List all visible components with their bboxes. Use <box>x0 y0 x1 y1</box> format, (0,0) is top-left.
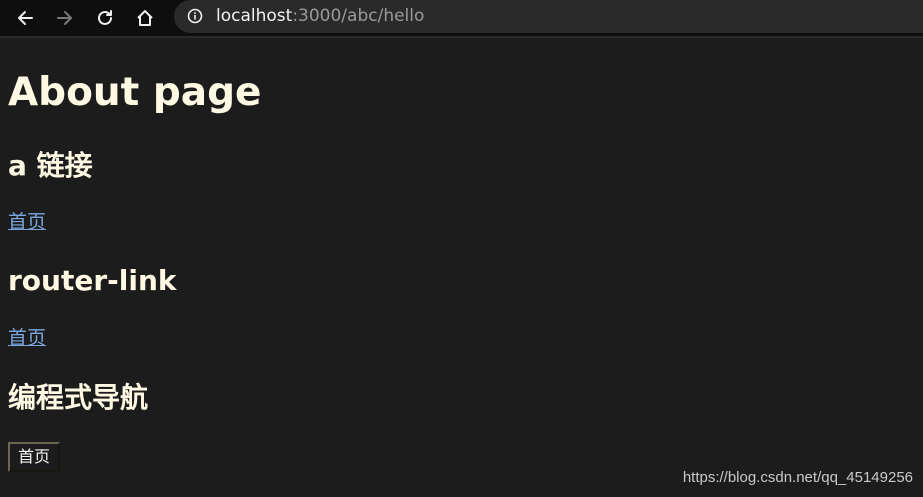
section-heading-router-link: router-link <box>8 264 177 297</box>
address-bar[interactable]: localhost:3000/abc/hello <box>174 0 923 33</box>
reload-icon <box>98 10 112 25</box>
reload-button[interactable] <box>91 4 119 32</box>
info-icon[interactable] <box>187 8 203 24</box>
url-path: :3000/abc/hello <box>292 6 425 26</box>
home-anchor-link[interactable]: 首页 <box>8 210 46 234</box>
home-button[interactable] <box>131 4 159 32</box>
back-button[interactable] <box>11 4 39 32</box>
browser-toolbar: localhost:3000/abc/hello <box>0 0 923 38</box>
section-heading-programmatic-nav: 编程式导航 <box>8 381 149 414</box>
toolbar-divider <box>0 36 923 38</box>
watermark: https://blog.csdn.net/qq_45149256 <box>682 469 913 486</box>
page-title: About page <box>8 70 262 115</box>
url-text[interactable]: localhost:3000/abc/hello <box>216 6 424 26</box>
home-button-programmatic[interactable]: 首页 <box>8 442 61 472</box>
section-heading-a-link: a 链接 <box>8 149 93 182</box>
back-icon <box>18 11 33 25</box>
home-router-link[interactable]: 首页 <box>8 326 46 350</box>
forward-icon <box>57 11 72 25</box>
url-host: localhost <box>216 6 293 26</box>
forward-button[interactable] <box>51 4 79 32</box>
home-icon <box>137 10 153 26</box>
